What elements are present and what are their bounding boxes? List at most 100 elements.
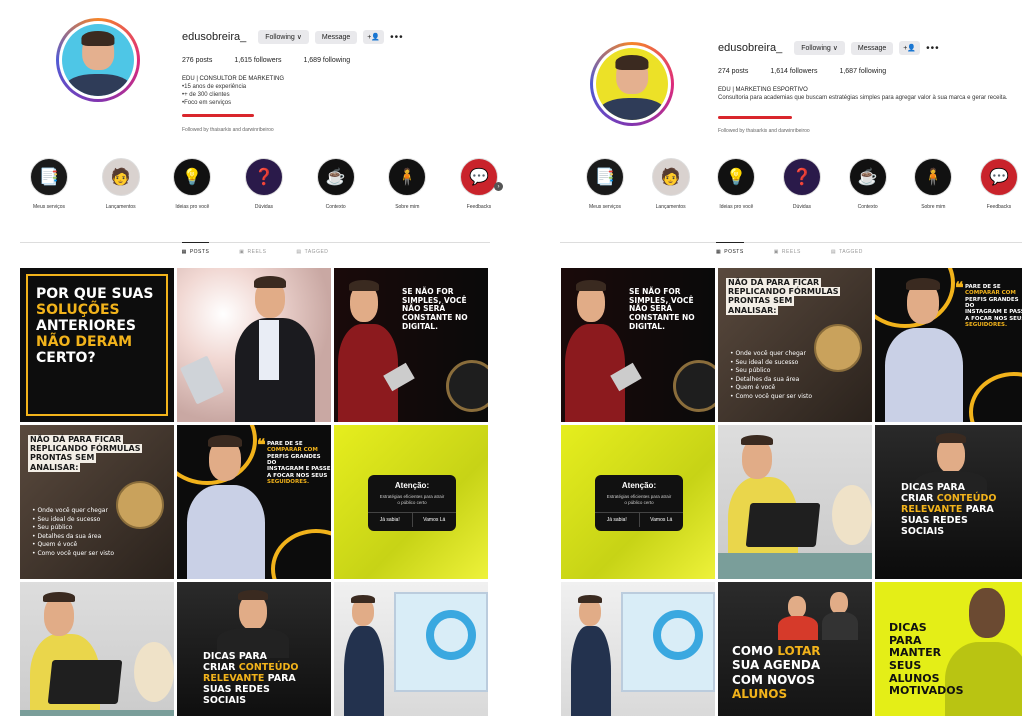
post-text: NÃO DERAM	[36, 334, 133, 351]
profile-avatar[interactable]	[56, 18, 140, 102]
tab-reels[interactable]: ▣ REELS	[774, 242, 801, 255]
highlight-label: Contexto	[325, 204, 346, 210]
highlight-label: Feedbacks	[986, 204, 1012, 210]
following-count[interactable]: 1,689 following	[303, 57, 350, 64]
tab-label: REELS	[781, 248, 801, 255]
post-tile[interactable]: DICAS PARA CRIAR CONTEÚDO RELEVANTE PARA…	[177, 582, 331, 716]
following-count[interactable]: 1,687 following	[839, 68, 886, 75]
post-text: • Detalhes da sua área	[730, 375, 800, 383]
followers-count[interactable]: 1,615 followers	[234, 57, 281, 64]
posts-grid: SE NÃO FOR SIMPLES, VOCÊ NÃO SERÁ CONSTA…	[561, 268, 1022, 716]
tab-posts[interactable]: ▦ POSTS	[181, 242, 210, 255]
post-text: ANALISAR:	[28, 462, 81, 472]
post-tile[interactable]: POR QUE SUAS SOLUÇÕES ANTERIORES NÃO DER…	[20, 268, 174, 422]
tab-tagged[interactable]: ▤ TAGGED	[296, 242, 328, 255]
tab-label: TAGGED	[839, 248, 863, 255]
followed-by[interactable]: Followed by thaisarkis and darwinribeiro…	[718, 128, 810, 134]
post-tile[interactable]	[20, 582, 174, 716]
post-text: NÃO DÁ PARA FICAR	[726, 278, 822, 288]
highlight-item[interactable]: 🧑 Lançamentos	[96, 158, 146, 210]
post-tile[interactable]: Atenção: Estratégias eficientes para atr…	[334, 425, 488, 579]
highlight-label: Lançamentos	[105, 204, 136, 210]
post-tile[interactable]: NÃO DÁ PARA FICAR REPLICANDO FÓRMULAS PR…	[718, 268, 872, 422]
reels-icon: ▣	[773, 248, 779, 255]
post-tile[interactable]: ❝ PARE DE SE COMPARAR COM PERFIS GRANDES…	[875, 268, 1022, 422]
highlight-item[interactable]: 📑 Meus serviços	[580, 158, 630, 210]
post-text: • Quem é você	[32, 541, 78, 548]
post-tile[interactable]	[177, 268, 331, 422]
highlight-item[interactable]: 💬 Feedbacks	[974, 158, 1022, 210]
post-text: PRONTAS SEM	[726, 296, 795, 306]
followed-by[interactable]: Followed by thaisarkis and darwinribeiro…	[182, 127, 274, 133]
highlight-item[interactable]: 🧍 Sobre mim	[908, 158, 958, 210]
bio-line: •+ de 300 clientes	[182, 92, 230, 98]
highlight-item[interactable]: 🧑 Lançamentos	[646, 158, 696, 210]
add-user-icon[interactable]: +👤	[899, 41, 921, 55]
more-options-icon[interactable]: •••	[926, 43, 940, 54]
profile-header-row: edusobreira_ Following ∨ Message +👤 •••	[718, 41, 940, 55]
bio-link-redacted[interactable]	[182, 114, 254, 117]
post-text: • Como você quer ser visto	[32, 549, 115, 557]
highlight-label: Meus serviços	[33, 204, 65, 210]
post-tile[interactable]	[561, 582, 715, 716]
post-text: DIGITAL.	[629, 321, 665, 331]
post-text: POR QUE SUAS	[36, 286, 154, 302]
highlight-label: Meus serviços	[589, 204, 621, 210]
highlight-item[interactable]: ❓ Dúvidas	[777, 158, 827, 210]
profile-stats: 274 posts 1,614 followers 1,687 followin…	[718, 68, 886, 75]
post-text: SOLUÇÕES	[36, 302, 120, 319]
following-button[interactable]: Following ∨	[258, 30, 309, 44]
post-tile[interactable]: DICAS PARA MANTER SEUS ALUNOS MOTIVADOS	[875, 582, 1022, 716]
profile-panel-right: edusobreira_ Following ∨ Message +👤 ••• …	[542, 0, 1022, 716]
tab-tagged[interactable]: ▤ TAGGED	[831, 242, 863, 255]
grid-icon: ▦	[716, 249, 722, 255]
highlight-label: Contexto	[857, 204, 878, 210]
post-text: ANTERIORES	[36, 318, 136, 335]
post-text: REPLICANDO FÓRMULAS	[28, 444, 143, 454]
post-text: Atenção:	[394, 481, 430, 490]
message-button[interactable]: Message	[850, 41, 894, 55]
message-button[interactable]: Message	[314, 30, 358, 44]
post-text: SEUS	[889, 658, 922, 672]
post-tile[interactable]: NÃO DÁ PARA FICAR REPLICANDO FÓRMULAS PR…	[20, 425, 174, 579]
post-tile[interactable]: COMO LOTAR SUA AGENDA COM NOVOS ALUNOS	[718, 582, 872, 716]
highlight-item[interactable]: 💡 Ideias pro você	[711, 158, 761, 210]
post-tile[interactable]: ❝ PARE DE SE COMPARAR COM PERFIS GRANDES…	[177, 425, 331, 579]
post-text: SOCIAIS	[901, 525, 945, 537]
highlight-item[interactable]: 💡 Ideias pro você	[167, 158, 217, 210]
chevron-right-icon[interactable]: ›	[494, 182, 503, 191]
post-text: ALUNOS	[732, 687, 788, 702]
highlight-item[interactable]: 🧍 Sobre mim	[382, 158, 432, 210]
following-button[interactable]: Following ∨	[794, 41, 845, 55]
more-options-icon[interactable]: •••	[390, 32, 404, 43]
tab-posts[interactable]: ▦ POSTS	[716, 242, 744, 255]
profile-stats: 276 posts 1,615 followers 1,689 followin…	[182, 57, 350, 64]
highlight-item[interactable]: ☕ Contexto	[843, 158, 893, 210]
highlight-label: Lançamentos	[655, 204, 686, 210]
post-tile[interactable]	[334, 582, 488, 716]
bio: EDU | MARKETING ESPORTIVO Consultoria pa…	[718, 86, 1022, 102]
post-tile[interactable]: Atenção: Estratégias eficientes para atr…	[561, 425, 715, 579]
highlight-item[interactable]: 📑 Meus serviços	[24, 158, 74, 210]
highlight-label: Dúvidas	[254, 204, 273, 210]
add-user-icon[interactable]: +👤	[363, 30, 385, 44]
highlight-item[interactable]: ☕ Contexto	[311, 158, 361, 210]
post-text: SOCIAIS	[203, 694, 247, 706]
post-tile[interactable]	[718, 425, 872, 579]
tab-reels[interactable]: ▣ REELS	[239, 242, 266, 255]
quote-icon: ❝	[257, 437, 266, 454]
followers-count[interactable]: 1,614 followers	[770, 68, 817, 75]
bio-line: Consultoria para academias que buscam es…	[718, 95, 1008, 101]
post-text: PERFIS GRANDES DO	[267, 453, 321, 466]
posts-count[interactable]: 274 posts	[718, 68, 748, 75]
highlight-label: Ideias pro você	[175, 204, 210, 210]
post-text: • Seu público	[730, 367, 771, 374]
bio-link-redacted[interactable]	[718, 116, 792, 119]
post-tile[interactable]: SE NÃO FOR SIMPLES, VOCÊ NÃO SERÁ CONSTA…	[334, 268, 488, 422]
highlight-item[interactable]: ❓ Dúvidas	[239, 158, 289, 210]
post-tile[interactable]: SE NÃO FOR SIMPLES, VOCÊ NÃO SERÁ CONSTA…	[561, 268, 715, 422]
post-tile[interactable]: DICAS PARA CRIAR CONTEÚDO RELEVANTE PARA…	[875, 425, 1022, 579]
profile-avatar[interactable]	[590, 42, 674, 126]
bio-line: EDU | MARKETING ESPORTIVO	[718, 87, 808, 93]
posts-count[interactable]: 276 posts	[182, 57, 212, 64]
